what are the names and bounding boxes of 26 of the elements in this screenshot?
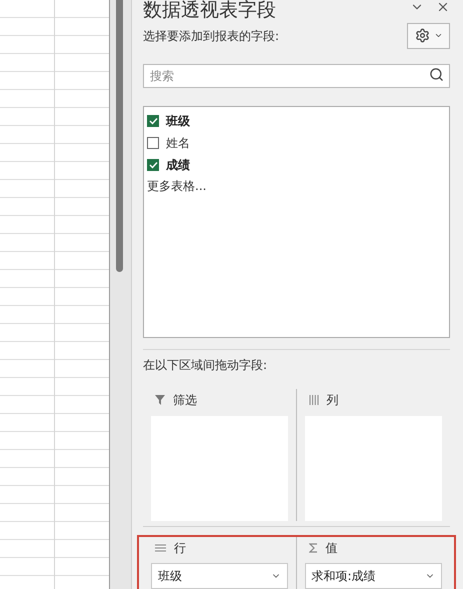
filter-icon	[155, 395, 165, 405]
rows-icon	[155, 544, 166, 552]
sigma-icon	[308, 543, 318, 553]
field-label: 成绩	[166, 156, 190, 174]
checkbox[interactable]	[147, 136, 159, 149]
checkbox[interactable]	[147, 114, 159, 127]
checkbox[interactable]	[147, 158, 159, 171]
more-tables-link[interactable]: 更多表格...	[147, 176, 206, 195]
drag-hint: 在以下区域间拖动字段:	[143, 357, 268, 374]
search-field[interactable]: 搜索	[143, 64, 450, 88]
area-label: 列	[326, 392, 338, 409]
field-dropdown[interactable]: 求和项:成绩	[304, 563, 442, 589]
settings-button[interactable]	[407, 22, 450, 49]
area-label: 行	[174, 540, 186, 557]
columns-icon	[308, 395, 318, 405]
field-dropdown[interactable]: 班级	[151, 563, 288, 589]
field-label: 班级	[166, 112, 190, 130]
close-icon[interactable]	[436, 0, 450, 14]
settings-icon	[414, 28, 430, 44]
panel-title: 数据透视表字段	[143, 0, 276, 20]
area-label: 值	[326, 540, 338, 557]
scrollbar-thumb[interactable]	[116, 0, 122, 272]
search-icon	[429, 66, 444, 82]
field-prompt: 选择要添加到报表的字段:	[143, 28, 280, 45]
field-label: 姓名	[166, 134, 190, 152]
area-label: 筛选	[173, 392, 197, 409]
